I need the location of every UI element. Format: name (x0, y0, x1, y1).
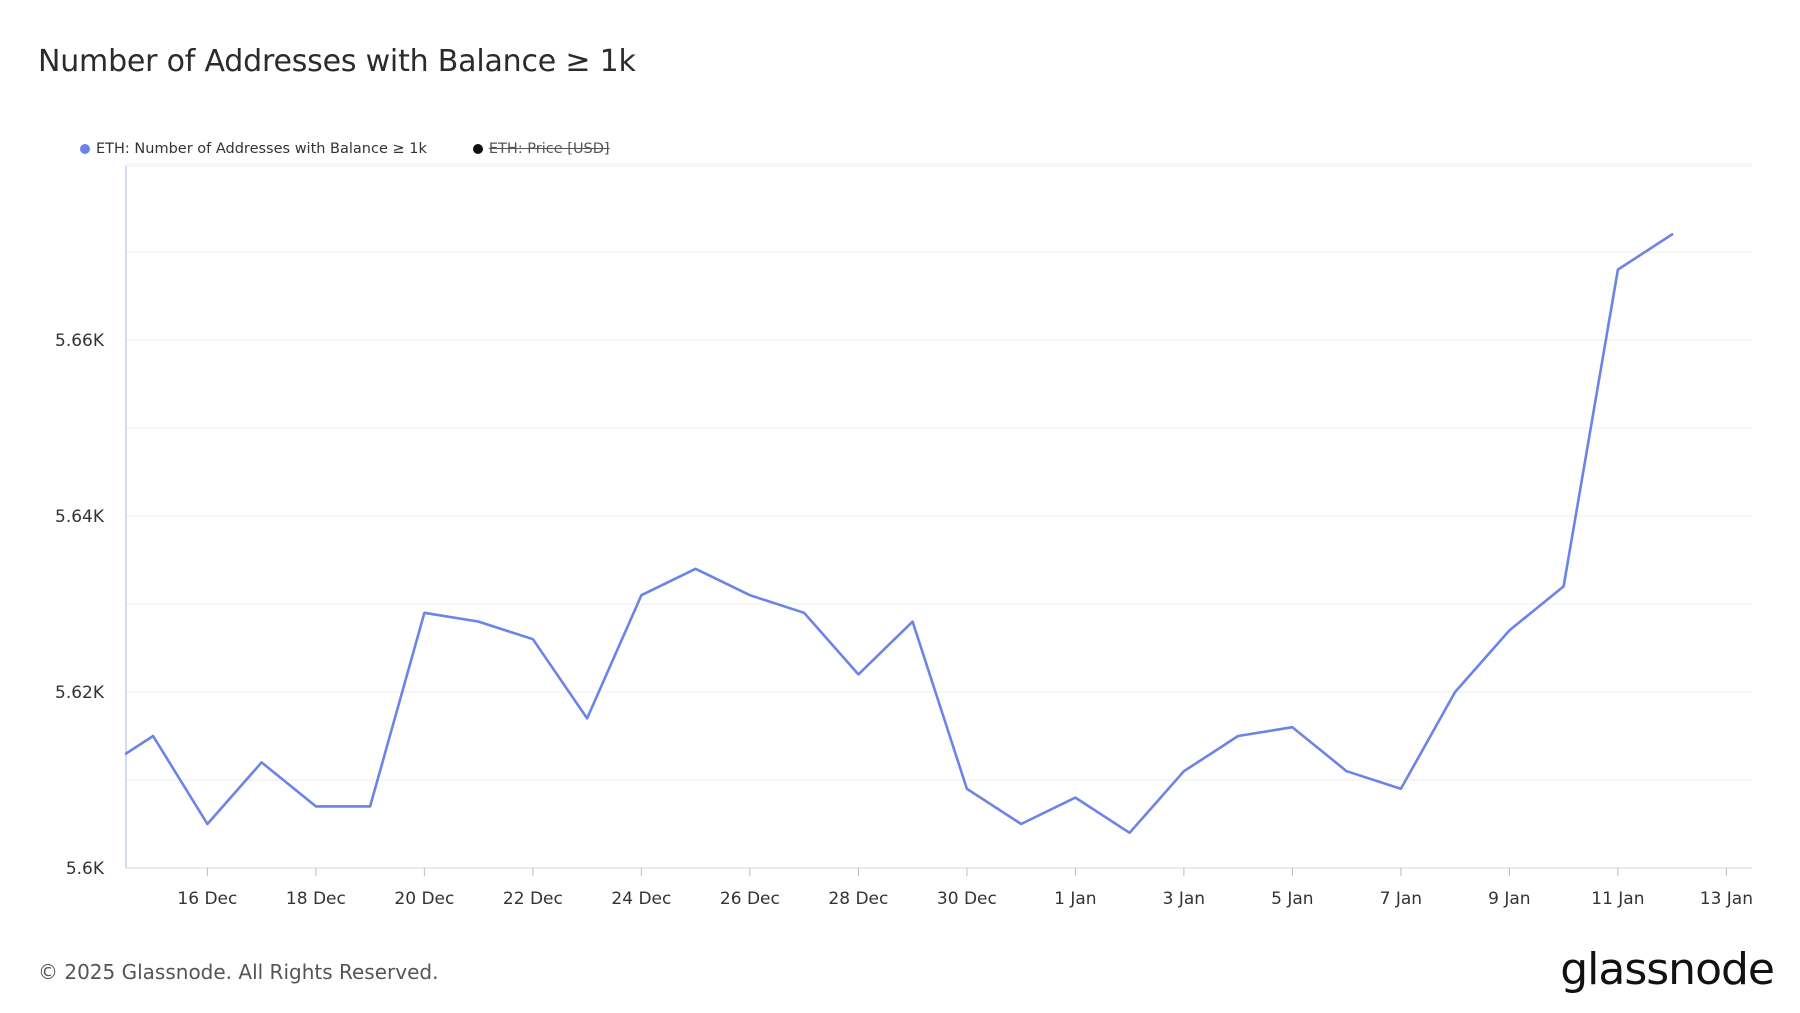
glassnode-logo: glassnode (1560, 944, 1775, 995)
data-point[interactable] (418, 607, 430, 619)
data-point[interactable] (1666, 228, 1678, 240)
x-tick-label: 26 Dec (720, 889, 780, 909)
y-tick-label: 5.62K (55, 683, 105, 703)
data-point[interactable] (798, 607, 810, 619)
copyright-footer: © 2025 Glassnode. All Rights Reserved. (38, 960, 439, 984)
data-point[interactable] (1069, 792, 1081, 804)
data-point[interactable] (310, 800, 322, 812)
y-tick-label: 5.6K (66, 859, 105, 879)
x-tick-label: 30 Dec (937, 889, 997, 909)
data-point[interactable] (744, 589, 756, 601)
data-point[interactable] (581, 712, 593, 724)
x-tick-label: 16 Dec (177, 889, 237, 909)
data-point[interactable] (120, 748, 132, 760)
data-point[interactable] (256, 756, 268, 768)
x-tick-label: 20 Dec (394, 889, 454, 909)
data-point[interactable] (1124, 827, 1136, 839)
data-point[interactable] (473, 616, 485, 628)
data-point[interactable] (364, 800, 376, 812)
x-tick-label: 7 Jan (1380, 889, 1422, 909)
x-tick-label: 5 Jan (1271, 889, 1313, 909)
data-point[interactable] (527, 633, 539, 645)
x-tick-label: 18 Dec (286, 889, 346, 909)
data-point[interactable] (1286, 721, 1298, 733)
x-tick-label: 11 Jan (1591, 889, 1644, 909)
y-tick-label: 5.66K (55, 331, 105, 351)
x-tick-label: 13 Jan (1700, 889, 1753, 909)
data-point[interactable] (907, 616, 919, 628)
data-point[interactable] (961, 783, 973, 795)
series-line-addresses[interactable] (124, 233, 1674, 835)
data-point[interactable] (635, 589, 647, 601)
data-point[interactable] (1503, 624, 1515, 636)
x-tick-label: 24 Dec (611, 889, 671, 909)
x-tick-label: 9 Jan (1488, 889, 1530, 909)
x-tick-label: 3 Jan (1163, 889, 1205, 909)
data-point[interactable] (1341, 765, 1353, 777)
data-point[interactable] (1449, 686, 1461, 698)
data-point[interactable] (690, 563, 702, 575)
data-point[interactable] (1612, 264, 1624, 276)
data-point[interactable] (201, 818, 213, 830)
data-point[interactable] (1395, 783, 1407, 795)
x-tick-label: 28 Dec (828, 889, 888, 909)
line-chart[interactable]: 5.6K 5.62K 5.64K 5.66K 16 Dec 18 Dec 20 Dec 22 … (0, 0, 1800, 1013)
y-tick-label: 5.64K (55, 507, 105, 527)
data-point[interactable] (852, 668, 864, 680)
data-point[interactable] (1558, 580, 1570, 592)
data-point[interactable] (147, 730, 159, 742)
x-tick-label: 1 Jan (1054, 889, 1096, 909)
x-tick-label: 22 Dec (503, 889, 563, 909)
data-point[interactable] (1015, 818, 1027, 830)
data-point[interactable] (1178, 765, 1190, 777)
data-point[interactable] (1232, 730, 1244, 742)
